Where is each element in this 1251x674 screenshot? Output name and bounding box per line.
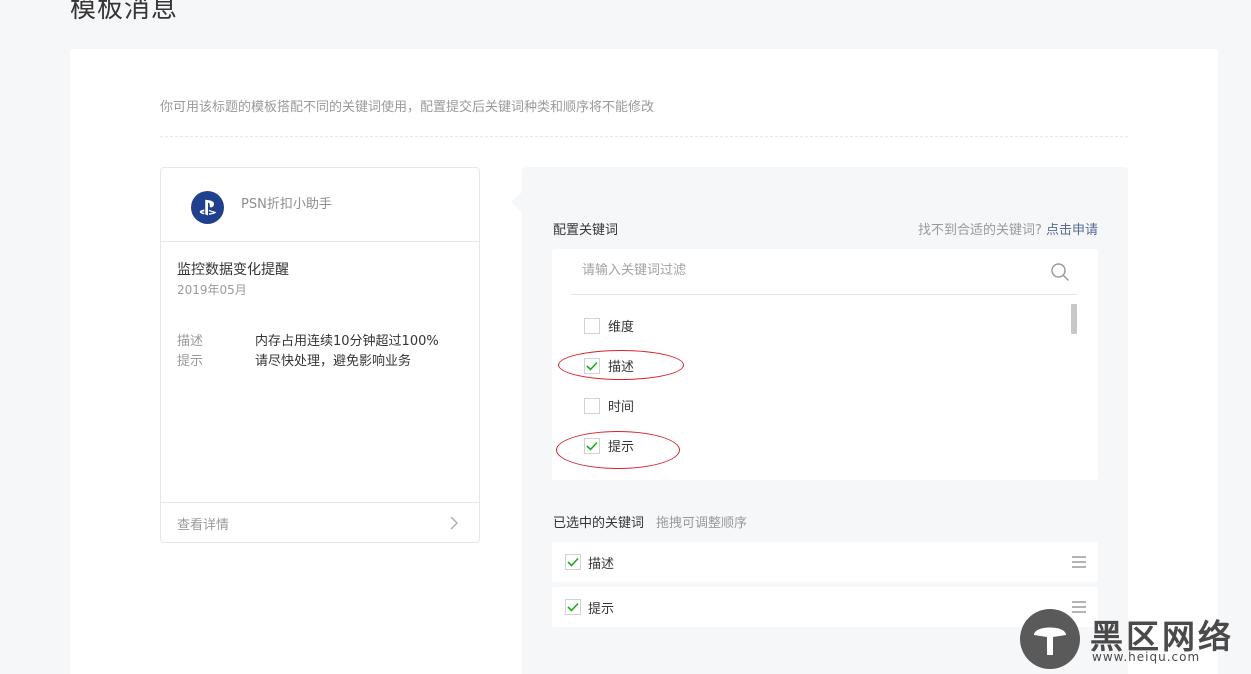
selected-keyword-label: 描述 — [588, 557, 615, 572]
field-key: 提示 — [177, 354, 204, 369]
help-text: 找不到合适的关键词? — [917, 223, 1042, 238]
keyword-filter-input[interactable] — [582, 263, 1022, 278]
field-value: 请尽快处理，避免影响业务 — [255, 354, 412, 369]
keyword-search — [570, 249, 1078, 295]
keyword-item-time[interactable]: 时间 — [584, 396, 634, 415]
selected-keyword-row[interactable]: 描述 — [552, 542, 1098, 582]
field-value: 内存占用连续10分钟超过100% — [255, 334, 439, 349]
annotation-ring — [558, 350, 684, 380]
watermark-logo-icon — [1020, 609, 1080, 669]
message-preview-card: PSN折扣小助手 监控数据变化提醒 2019年05月 描述 内存占用连续10分钟… — [160, 167, 480, 543]
checkbox-checked[interactable] — [565, 599, 581, 615]
playstation-avatar-icon — [191, 191, 224, 224]
drag-hint: 拖拽可调整顺序 — [656, 516, 748, 531]
watermark-url: www.heiqu.com — [1092, 650, 1201, 664]
scrollbar[interactable] — [1071, 304, 1077, 334]
config-keywords-label: 配置关键词 — [553, 223, 619, 238]
tip-text: 你可用该标题的模板搭配不同的关键词使用，配置提交后关键词种类和顺序将不能修改 — [160, 100, 655, 115]
page-title: 模板消息 — [70, 0, 179, 24]
account-name: PSN折扣小助手 — [241, 197, 332, 212]
view-detail-label: 查看详情 — [177, 518, 230, 533]
drag-handle-icon[interactable] — [1072, 556, 1086, 568]
site-watermark: 黑区网络 www.heiqu.com — [1018, 608, 1251, 674]
chevron-right-icon — [450, 516, 459, 530]
apply-link[interactable]: 点击申请 — [1046, 223, 1098, 238]
checkbox-unchecked[interactable] — [584, 317, 600, 334]
search-icon[interactable] — [1050, 262, 1070, 282]
selected-keyword-row[interactable]: 提示 — [552, 587, 1098, 627]
selected-keyword-label: 提示 — [588, 602, 615, 617]
checkbox-checked[interactable] — [565, 554, 581, 570]
checkbox-unchecked[interactable] — [584, 397, 600, 414]
preview-header: PSN折扣小助手 — [161, 168, 479, 242]
keyword-label: 时间 — [608, 400, 635, 415]
view-detail-link[interactable]: 查看详情 — [161, 502, 479, 542]
message-date: 2019年05月 — [177, 283, 247, 297]
annotation-ring — [556, 431, 680, 469]
check-icon — [567, 557, 579, 567]
selected-title: 已选中的关键词 — [553, 516, 645, 531]
divider — [160, 136, 1128, 137]
selected-keywords-label: 已选中的关键词 拖拽可调整顺序 — [553, 512, 747, 531]
field-key: 描述 — [177, 334, 204, 349]
panel-pointer — [511, 192, 522, 212]
check-icon — [567, 602, 579, 612]
keyword-label: 维度 — [608, 320, 635, 335]
field-row-hint: 提示 请尽快处理，避免影响业务 — [177, 350, 411, 369]
keyword-item-dimension[interactable]: 维度 — [584, 316, 634, 335]
config-help: 找不到合适的关键词? 点击申请 — [918, 219, 1098, 238]
field-row-description: 描述 内存占用连续10分钟超过100% — [177, 330, 439, 349]
message-title: 监控数据变化提醒 — [177, 262, 289, 278]
